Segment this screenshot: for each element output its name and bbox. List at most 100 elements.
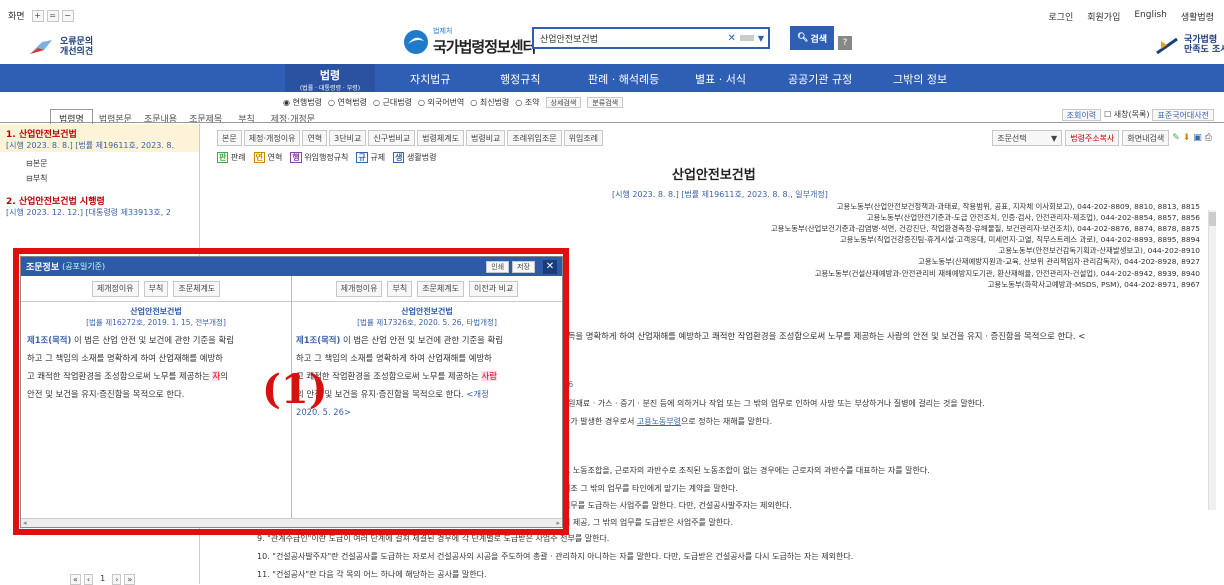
page-number: 1 (100, 574, 106, 583)
sidebar-pager: « ‹ 1 › » (70, 574, 136, 585)
living-law-link[interactable]: 생활법령 (1181, 10, 1214, 23)
radio-modern[interactable]: ○ 근대법령 (373, 97, 412, 108)
tool2-living-law[interactable]: 생 생활법령 (393, 152, 436, 163)
feedback-label: 오류문의 개선의견 (60, 37, 94, 57)
tool-body[interactable]: 본문 (217, 130, 242, 146)
site-logo[interactable]: 법제처 국가법령정보센터 (403, 26, 536, 57)
sidebar-item-1-addenda[interactable]: ⊟부칙 (0, 169, 199, 184)
tool-structure[interactable]: 법령체계도 (417, 130, 464, 146)
annotation-label: (1) (262, 366, 328, 413)
content-scrollbar-thumb[interactable] (1209, 212, 1216, 226)
survey-link[interactable]: 국가법령 만족도 조사 (1155, 35, 1224, 55)
dept-line: 고용노동부(안전보건감독기획과-산재발생보고), 044-202-8910 (998, 246, 1200, 256)
def-6: 업무를 도급하는 사업주를 말한다. 다만, 건설공사발주자는 제외한다. (563, 501, 792, 510)
popup-right-buttons: 제개정이유 부칙 조문체계도 이전과 비교 (292, 276, 562, 302)
radio-latest[interactable]: ○ 최신법령 (470, 97, 509, 108)
left-structure-button[interactable]: 조문체계도 (173, 280, 221, 297)
english-link[interactable]: English (1134, 10, 1167, 23)
next-page-button[interactable]: › (112, 574, 122, 585)
search-button[interactable]: 🔍︎ 검색 (790, 26, 834, 50)
tool2-regulation[interactable]: 규 규제 (356, 152, 385, 163)
zoom-reset-button[interactable]: = (46, 9, 59, 22)
nav-item-admin[interactable]: 행정규칙 (500, 71, 540, 87)
right-structure-button[interactable]: 조문체계도 (417, 280, 464, 297)
popup-print-button[interactable]: 인쇄 (486, 260, 510, 273)
nav-item-law[interactable]: 법령 (법률 · 대통령령 · 부령) (285, 64, 375, 92)
tool-history[interactable]: 연혁 (302, 130, 328, 146)
radio-history[interactable]: ○ 연혁법령 (328, 97, 367, 108)
tool-compare[interactable]: 법령비교 (465, 130, 506, 146)
sidebar-item-1[interactable]: 1. 산업안전보건법 [시행 2023. 8. 8.] [법률 제19611호,… (0, 124, 199, 152)
dept-line: 고용노동부(산업안전보건정책과-과태료, 작용범위, 공표, 지자체 이사회보고… (836, 202, 1200, 211)
popup-title-sub: (공포일기준) (62, 262, 106, 271)
right-addenda-button[interactable]: 부칙 (387, 280, 413, 297)
radio-current[interactable]: ◉ 현행법령 (283, 97, 322, 108)
tool-oldnew[interactable]: 신구법비교 (368, 130, 416, 146)
find-in-page-button[interactable]: 화면내검색 (1122, 130, 1170, 146)
print-icon[interactable]: ⎙ (1205, 133, 1212, 143)
tool-3way[interactable]: 3단비교 (329, 130, 367, 146)
popup-save-button[interactable]: 저장 (512, 260, 535, 273)
popup-hscrollbar[interactable]: ◂ ▸ (21, 518, 562, 527)
left-reason-button[interactable]: 제개정이유 (91, 280, 139, 297)
download-icon[interactable]: ⬇ (1183, 133, 1191, 143)
dept-line: 고용노동부(건설산재예방과-안전관리비 재해예방지도기관, 환산재해율, 안전관… (814, 268, 1200, 278)
radio-treaty[interactable]: ○ 조약 (515, 97, 539, 108)
site-logo-name: 국가법령정보센터 (433, 38, 536, 56)
feedback-link[interactable]: 오류문의 개선의견 (28, 36, 93, 58)
clear-search-icon[interactable]: ✕ (727, 33, 735, 44)
nav-item-other[interactable]: 그밖의 정보 (893, 71, 947, 87)
left-addenda-button[interactable]: 부칙 (143, 280, 169, 297)
copy-address-button[interactable]: 법령주소복사 (1065, 130, 1120, 146)
share-icon[interactable]: ✎ (1172, 133, 1180, 143)
scroll-left-icon[interactable]: ◂ (23, 519, 27, 527)
nav-item-precedent[interactable]: 판례 · 해석례등 (588, 71, 659, 87)
main-nav: 법령 (법률 · 대통령령 · 부령) 자치법규 행정규칙 판례 · 해석례등 … (0, 64, 1224, 92)
sidebar-item-2[interactable]: 2. 산업안전보건법 시행령 (0, 184, 199, 207)
compare-previous-button[interactable]: 이전과 비교 (469, 280, 519, 297)
nav-item-public[interactable]: 공공기관 규정 (788, 71, 852, 87)
tool-reason[interactable]: 제정·개정이유 (243, 130, 301, 146)
nav-item-law-sub: (법률 · 대통령령 · 부령) (299, 85, 361, 92)
tab-amendment[interactable]: 제정·개정문 (265, 109, 321, 128)
tab-addenda[interactable]: 부칙 (228, 109, 265, 128)
login-link[interactable]: 로그인 (1048, 10, 1073, 23)
new-window-checkbox[interactable]: ☐ 새창(목록) (1104, 109, 1149, 121)
ministry-ordinance-link[interactable]: 고용노동부령 (637, 417, 681, 426)
content-toolbar-2: 판 판례 연 연혁 행 위임행정규칙 규 규제 생 생활법령 (217, 152, 436, 163)
tool-delegated-article[interactable]: 조례위임조문 (507, 130, 562, 146)
prev-page-button[interactable]: ‹ (83, 574, 94, 585)
tool2-history[interactable]: 연 연혁 (253, 152, 282, 163)
tool2-admin-rule[interactable]: 행 위임행정규칙 (290, 152, 348, 163)
signup-link[interactable]: 회원가입 (1087, 10, 1120, 23)
article-1-date: 26 (563, 380, 574, 389)
first-page-button[interactable]: « (70, 574, 81, 585)
last-page-button[interactable]: » (124, 574, 136, 585)
content-scrollbar[interactable] (1208, 210, 1216, 510)
article-select[interactable]: 조문선택 ▼ (992, 130, 1063, 146)
popup-close-icon[interactable]: ✕ (543, 259, 557, 274)
dictionary-button[interactable]: 표준국어대사전 (1152, 109, 1214, 121)
radio-foreign[interactable]: ○ 외국어번역 (418, 97, 464, 108)
dept-line: 고용노동부(직업건강증진팀-휴게시설·고객응대, 미세먼지·고열, 직무스트레스… (839, 235, 1200, 245)
search-input[interactable]: 산업안전보건법 (534, 32, 727, 45)
zoom-out-button[interactable]: − (61, 9, 74, 22)
scroll-right-icon[interactable]: ▸ (556, 519, 560, 527)
dropdown-arrow-icon[interactable]: ▼ (758, 34, 764, 43)
help-button[interactable]: ? (838, 36, 852, 50)
zoom-in-button[interactable]: + (31, 9, 44, 22)
nav-item-forms[interactable]: 별표 · 서식 (695, 71, 746, 87)
right-amend-link[interactable]: <개정 (464, 389, 488, 399)
detail-search-button[interactable]: 상세검색 (545, 97, 582, 108)
keyboard-icon[interactable] (739, 35, 754, 41)
content-right-tools: 조문선택 ▼ 법령주소복사 화면내검색 ✎ ⬇ ▣ ⎙ (992, 130, 1212, 146)
history-button[interactable]: 조회이력 (1061, 109, 1102, 121)
nav-item-local[interactable]: 자치법규 (410, 71, 450, 87)
save-icon[interactable]: ▣ (1193, 133, 1202, 143)
tool-delegated-ordinance[interactable]: 위임조례 (563, 130, 604, 146)
right-reason-button[interactable]: 제개정이유 (335, 280, 383, 297)
tool2-precedent[interactable]: 판 판례 (217, 152, 246, 163)
category-search-button[interactable]: 분류검색 (587, 97, 624, 108)
law-type-radios: ◉ 현행법령 ○ 연혁법령 ○ 근대법령 ○ 외국어번역 ○ 최신법령 ○ 조약… (283, 97, 624, 108)
sidebar-item-1-body[interactable]: ⊟본문 (0, 152, 199, 169)
